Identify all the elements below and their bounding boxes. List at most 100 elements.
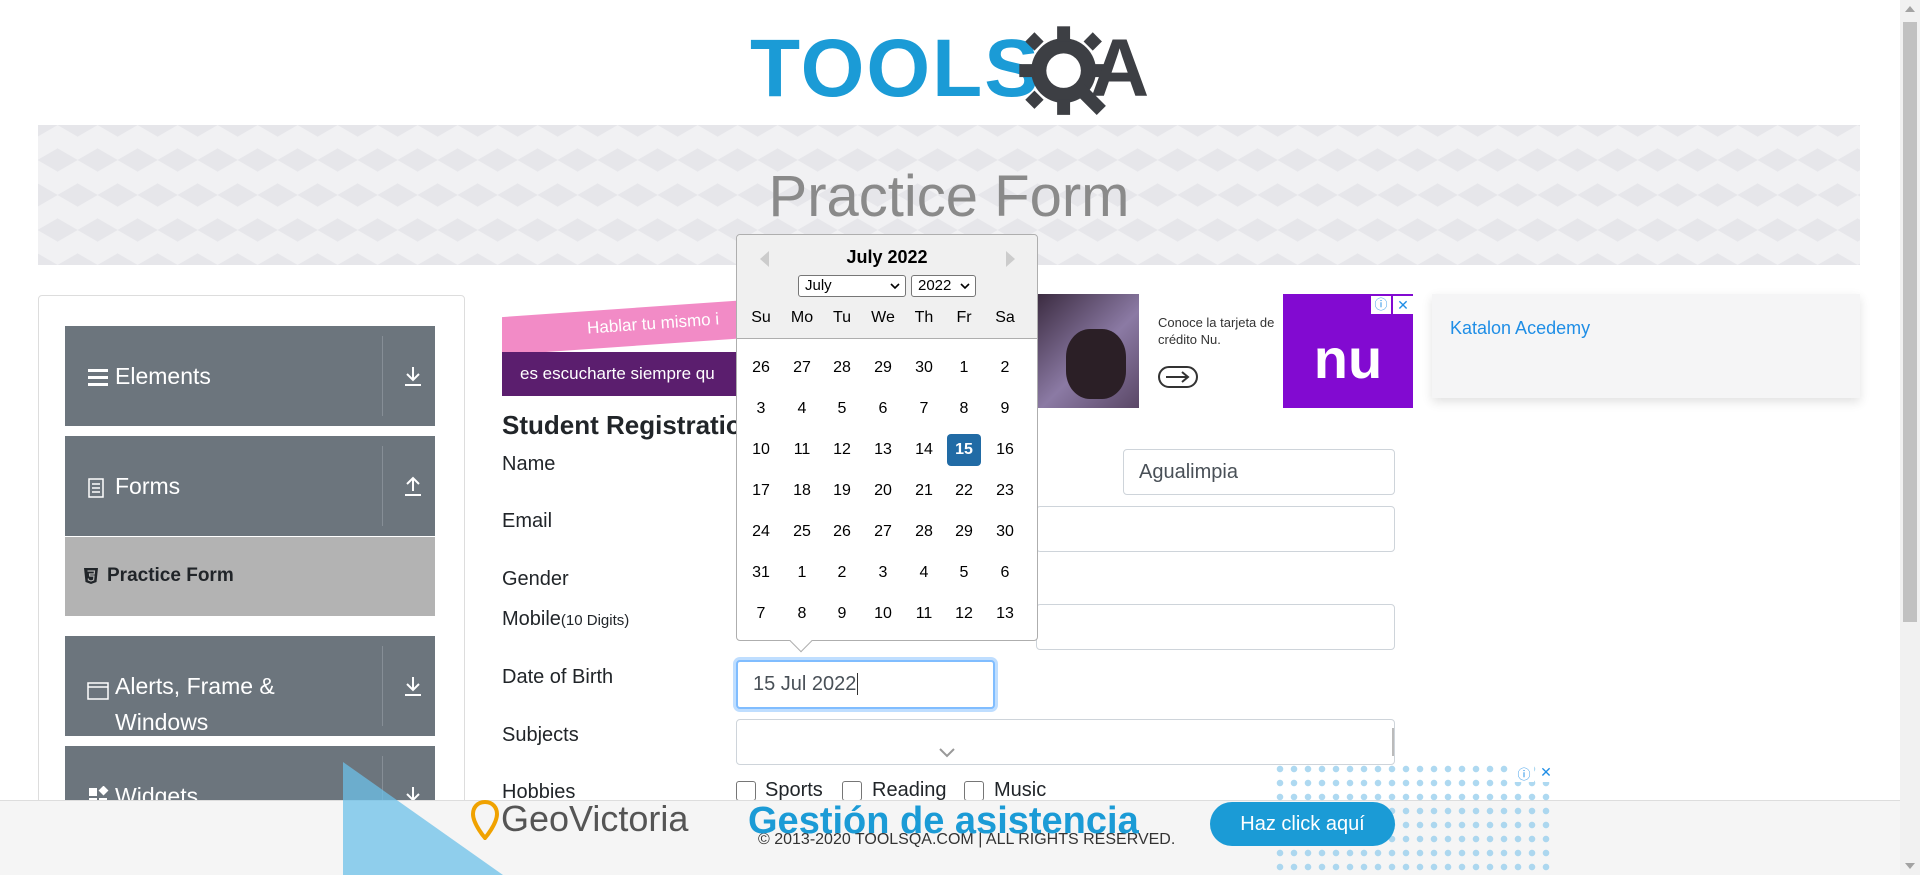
calendar-day[interactable]: 24 bbox=[744, 516, 778, 548]
calendar-day[interactable]: 8 bbox=[947, 393, 981, 425]
calendar-day[interactable]: 10 bbox=[866, 598, 900, 630]
day-name: Sa bbox=[995, 309, 1015, 326]
calendar-day[interactable]: 31 bbox=[744, 557, 778, 589]
calendar-day[interactable]: 30 bbox=[988, 516, 1022, 548]
divider bbox=[382, 646, 383, 726]
calendar-day[interactable]: 3 bbox=[744, 393, 778, 425]
calendar-day[interactable]: 5 bbox=[947, 557, 981, 589]
calendar-day[interactable]: 28 bbox=[907, 516, 941, 548]
calendar-day[interactable]: 13 bbox=[988, 598, 1022, 630]
hamburger-icon bbox=[88, 369, 108, 386]
html5-icon bbox=[84, 568, 98, 584]
calendar-day[interactable]: 22 bbox=[947, 475, 981, 507]
calendar-day[interactable]: 2 bbox=[825, 557, 859, 589]
subjects-input[interactable] bbox=[736, 719, 1395, 765]
calendar-day[interactable]: 28 bbox=[825, 352, 859, 384]
calendar-day[interactable]: 4 bbox=[907, 557, 941, 589]
subjects-separator bbox=[1392, 728, 1394, 756]
calendar-day-selected[interactable]: 15 bbox=[947, 434, 981, 466]
calendar-day[interactable]: 25 bbox=[785, 516, 819, 548]
ad-banner-nu[interactable]: Conoce la tarjeta de crédito Nu. nu ⓘ ✕ bbox=[1036, 294, 1416, 408]
calendar-day[interactable]: 18 bbox=[785, 475, 819, 507]
calendar-day[interactable]: 20 bbox=[866, 475, 900, 507]
calendar-day[interactable]: 7 bbox=[907, 393, 941, 425]
chevron-down-icon[interactable] bbox=[938, 747, 956, 759]
calendar-day[interactable]: 8 bbox=[785, 598, 819, 630]
toolsqa-logo[interactable]: TOOLS A bbox=[750, 18, 1155, 118]
calendar-day[interactable]: 12 bbox=[947, 598, 981, 630]
calendar-day[interactable]: 16 bbox=[988, 434, 1022, 466]
ad-info-icon[interactable]: ⓘ bbox=[1371, 296, 1391, 314]
calendar-day[interactable]: 9 bbox=[825, 598, 859, 630]
last-name-input[interactable]: Agualimpia bbox=[1123, 449, 1395, 495]
calendar-day[interactable]: 27 bbox=[785, 352, 819, 384]
calendar-day[interactable]: 13 bbox=[866, 434, 900, 466]
scrollbar-thumb[interactable] bbox=[1903, 22, 1917, 622]
ad-banner-katalon[interactable]: Katalon Acedemy bbox=[1432, 294, 1860, 398]
calendar-day[interactable]: 30 bbox=[907, 352, 941, 384]
calendar-day[interactable]: 29 bbox=[866, 352, 900, 384]
day-name: We bbox=[871, 309, 895, 326]
calendar-day[interactable]: 26 bbox=[825, 516, 859, 548]
vertical-scrollbar[interactable] bbox=[1900, 0, 1920, 875]
mobile-label: Mobile(10 Digits) bbox=[502, 608, 629, 631]
sidebar-group-forms[interactable]: Forms bbox=[65, 436, 435, 536]
calendar-day[interactable]: 1 bbox=[785, 557, 819, 589]
ad-banner-left[interactable]: Hablar tu mismo i es escucharte siempre … bbox=[502, 294, 747, 396]
calendar-day[interactable]: 6 bbox=[866, 393, 900, 425]
calendar-day[interactable]: 17 bbox=[744, 475, 778, 507]
sidebar-group-alerts[interactable]: Alerts, Frame & Windows bbox=[65, 636, 435, 736]
calendar-day[interactable]: 9 bbox=[988, 393, 1022, 425]
calendar-day[interactable]: 7 bbox=[744, 598, 778, 630]
download-arrow-icon[interactable] bbox=[401, 364, 425, 388]
dob-input[interactable]: 15 Jul 2022 bbox=[736, 660, 995, 709]
year-select-value: 2022 bbox=[918, 277, 952, 294]
ad-close-icon[interactable]: ✕ bbox=[1536, 764, 1556, 782]
calendar-day[interactable]: 2 bbox=[988, 352, 1022, 384]
calendar-day[interactable]: 19 bbox=[825, 475, 859, 507]
location-pin-icon bbox=[471, 800, 499, 840]
calendar-day[interactable]: 14 bbox=[907, 434, 941, 466]
month-select[interactable]: July bbox=[798, 275, 906, 297]
day-name: Mo bbox=[790, 309, 814, 326]
calendar-day[interactable]: 27 bbox=[866, 516, 900, 548]
calendar-day[interactable]: 23 bbox=[988, 475, 1022, 507]
calendar-day[interactable]: 10 bbox=[744, 434, 778, 466]
calendar-day[interactable]: 12 bbox=[825, 434, 859, 466]
year-select[interactable]: 2022 bbox=[911, 275, 976, 297]
calendar-day[interactable]: 3 bbox=[866, 557, 900, 589]
calendar-day[interactable]: 11 bbox=[907, 598, 941, 630]
sidebar-item-label: Practice Form bbox=[107, 565, 234, 586]
sidebar-item-practice-form[interactable]: Practice Form bbox=[65, 537, 435, 616]
scroll-down-icon[interactable] bbox=[1905, 863, 1915, 869]
ad-copy: Conoce la tarjeta de crédito Nu. bbox=[1158, 315, 1275, 347]
next-month-icon[interactable] bbox=[1006, 251, 1015, 267]
mobile-input[interactable] bbox=[1036, 604, 1395, 650]
ad-photo bbox=[1036, 294, 1139, 408]
download-arrow-icon[interactable] bbox=[401, 674, 425, 698]
sidebar-group-label: Forms bbox=[115, 473, 181, 499]
dob-label: Date of Birth bbox=[502, 666, 614, 688]
ad-cta-button[interactable]: Haz click aquí bbox=[1210, 802, 1395, 846]
calendar-day[interactable]: 29 bbox=[947, 516, 981, 548]
scroll-up-icon[interactable] bbox=[1905, 6, 1915, 12]
page-title: Practice Form bbox=[768, 164, 1130, 229]
datepicker-header: July 2022 July 2022 Su Mo Tu We Th Fr Sa bbox=[737, 235, 1037, 339]
calendar-day[interactable]: 21 bbox=[907, 475, 941, 507]
calendar-day[interactable]: 1 bbox=[947, 352, 981, 384]
dob-value: 15 Jul 2022 bbox=[753, 673, 857, 695]
ad-arrow-button[interactable] bbox=[1158, 366, 1198, 388]
calendar-day[interactable]: 6 bbox=[988, 557, 1022, 589]
calendar-day[interactable]: 26 bbox=[744, 352, 778, 384]
footer-ad[interactable]: GeoVictoria Gestión de asistencia Haz cl… bbox=[343, 762, 1556, 875]
name-label: Name bbox=[502, 453, 556, 475]
sidebar-group-elements[interactable]: Elements bbox=[65, 326, 435, 426]
document-icon bbox=[88, 478, 104, 498]
calendar-day[interactable]: 5 bbox=[825, 393, 859, 425]
email-input[interactable] bbox=[1036, 506, 1395, 552]
calendar-day[interactable]: 4 bbox=[785, 393, 819, 425]
calendar-day[interactable]: 11 bbox=[785, 434, 819, 466]
ad-info-icon[interactable]: ⓘ bbox=[1514, 764, 1534, 782]
ad-close-icon[interactable]: ✕ bbox=[1393, 296, 1413, 314]
upload-arrow-icon[interactable] bbox=[401, 474, 425, 498]
